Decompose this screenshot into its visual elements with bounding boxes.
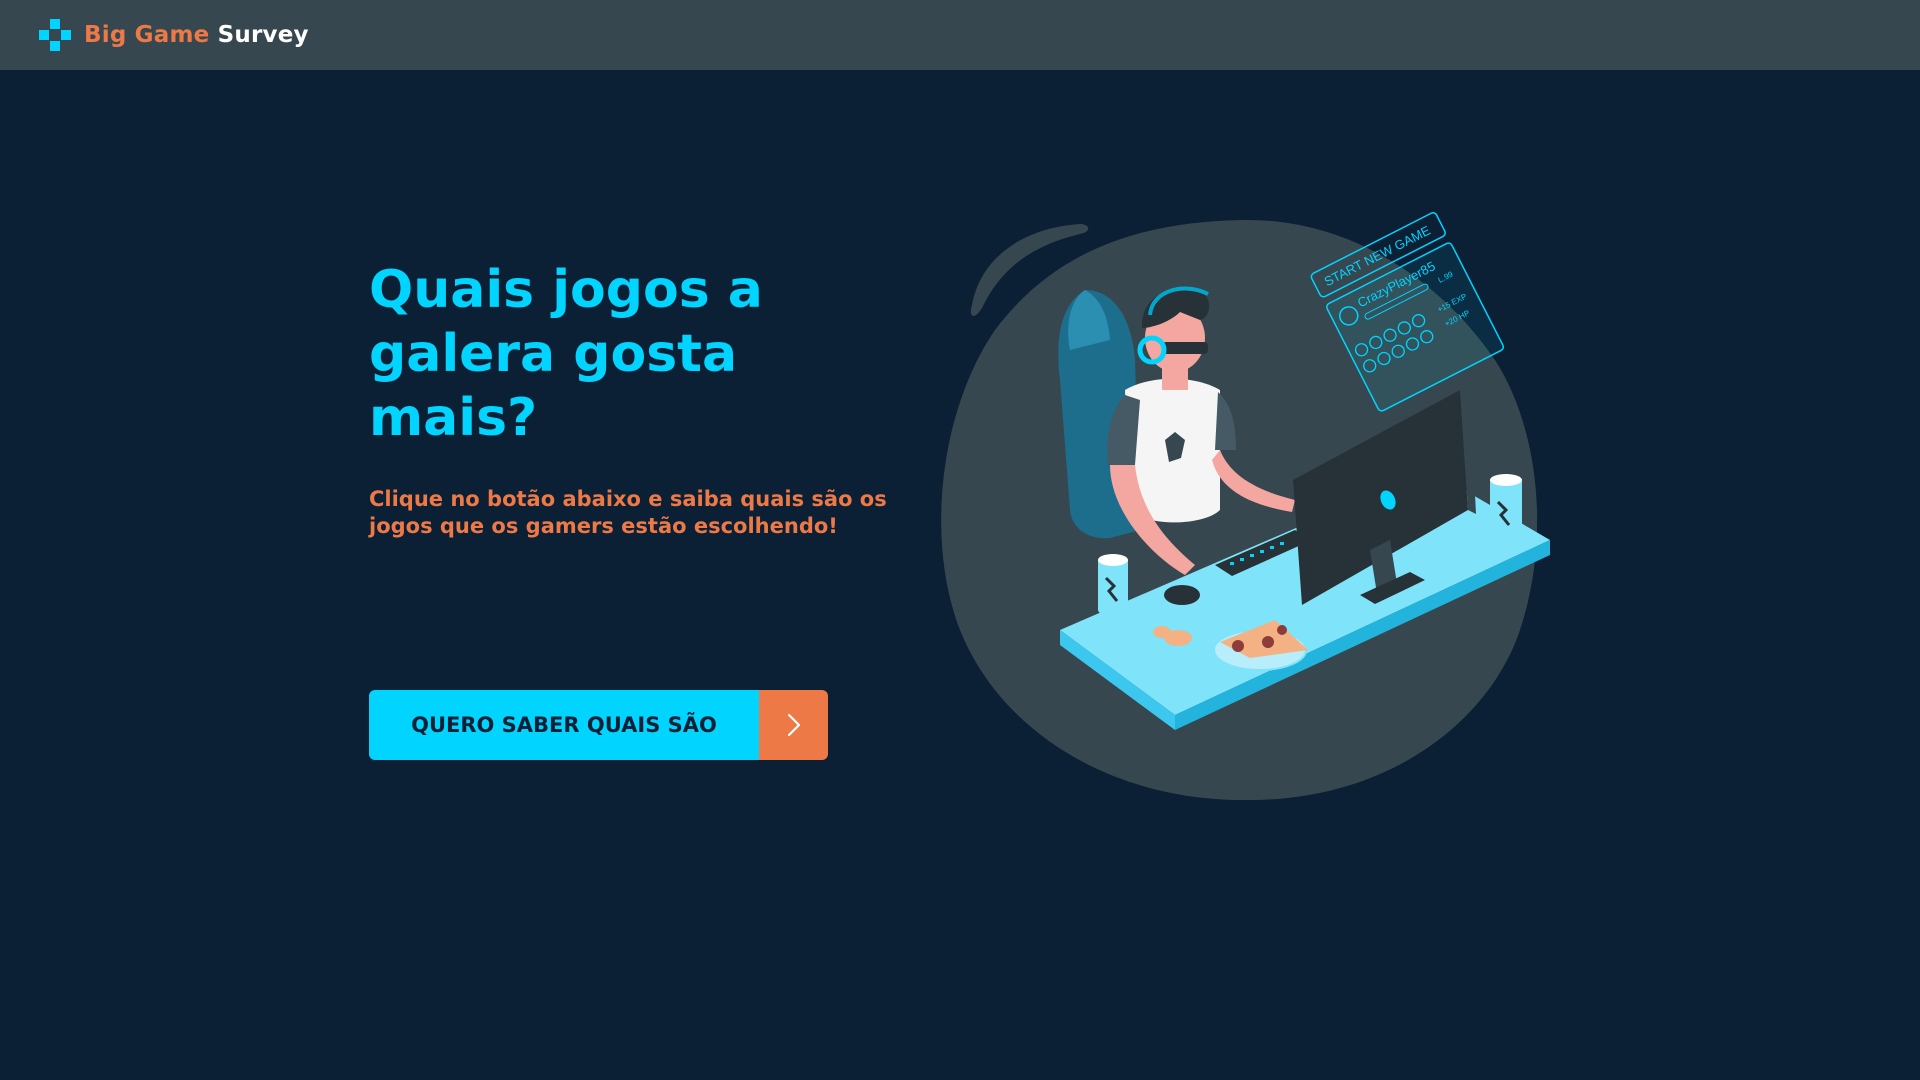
gamepad-icon[interactable]	[38, 18, 72, 52]
cta-button[interactable]: QUERO SABER QUAIS SÃO	[369, 690, 828, 760]
brand-name-second: Survey	[217, 22, 309, 48]
brand-logo[interactable]: Big Game Survey	[84, 22, 309, 48]
person-sunglasses	[1162, 342, 1208, 354]
navbar: Big Game Survey	[0, 0, 1920, 70]
brand-name-first: Big Game	[84, 22, 210, 48]
hero-subtitle: Clique no botão abaixo e saiba quais são…	[369, 487, 887, 538]
chevron-right-icon	[787, 713, 800, 737]
cta-label: QUERO SABER QUAIS SÃO	[369, 690, 759, 760]
cta-arrow-box	[759, 690, 828, 760]
soda-can-left	[1098, 554, 1128, 616]
hero-title: Quais jogos a galera gosta mais?	[369, 260, 763, 448]
soda-can-right	[1490, 474, 1522, 538]
mouse-icon	[1164, 585, 1200, 605]
gamer-illustration: START NEW GAME CrazyPlayer85 L.99 +15 EX…	[941, 212, 1550, 801]
